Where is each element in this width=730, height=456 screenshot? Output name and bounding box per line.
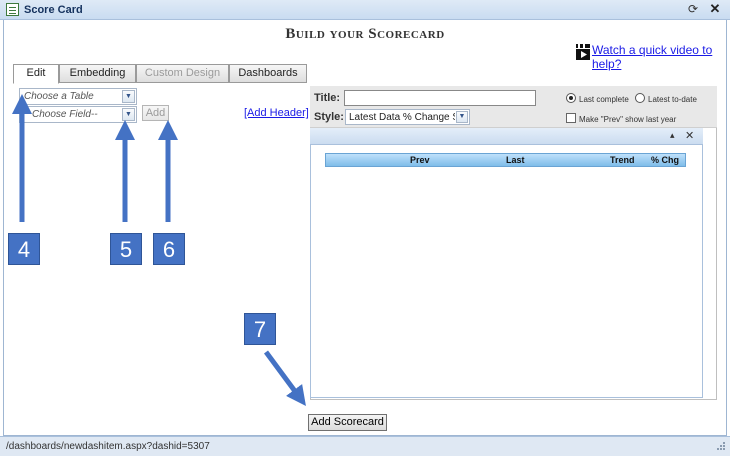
annotation-arrows <box>12 94 306 407</box>
annotation-marker-5: 5 <box>110 233 142 265</box>
annotation-marker-6: 6 <box>153 233 185 265</box>
annotation-marker-4: 4 <box>8 233 40 265</box>
annotation-marker-7: 7 <box>244 313 276 345</box>
arrow-7 <box>263 350 306 407</box>
